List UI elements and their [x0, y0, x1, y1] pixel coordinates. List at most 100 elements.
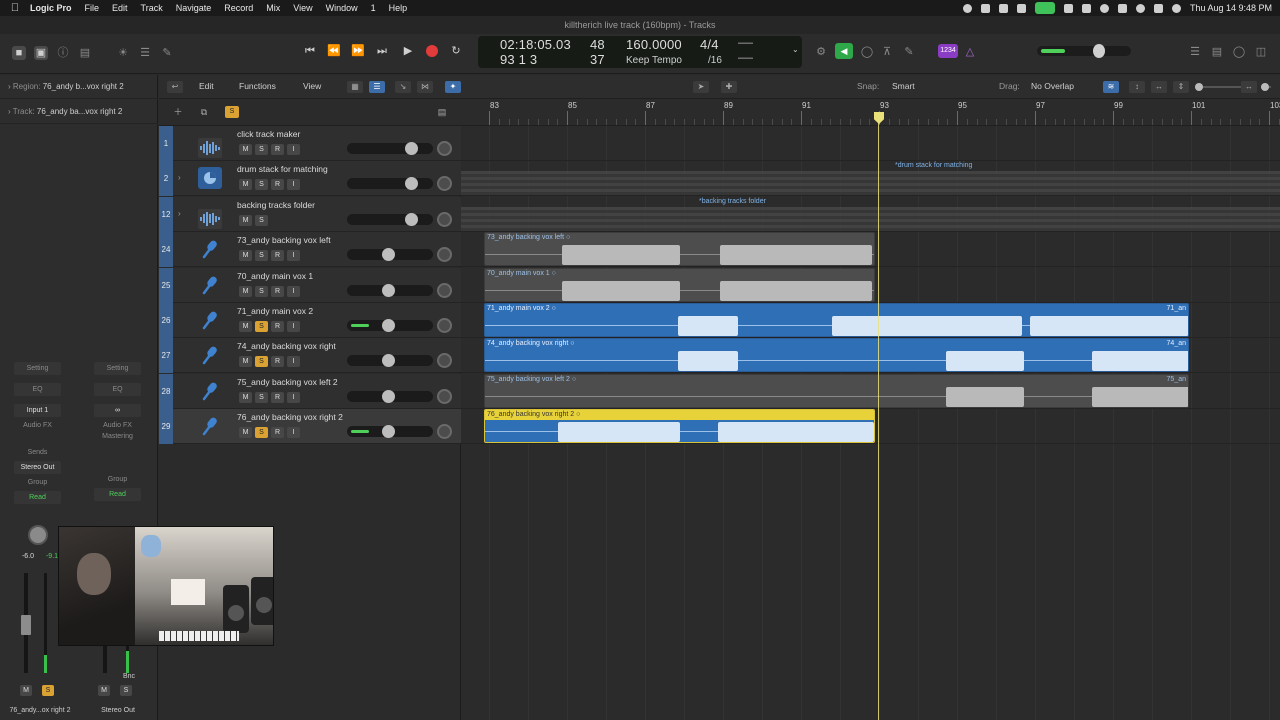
setting-button[interactable]: Setting [14, 362, 61, 375]
vertical-zoom-icon[interactable]: ↕ [1129, 81, 1145, 93]
flex-icon[interactable]: ⋈ [417, 81, 433, 93]
menu-record[interactable]: Record [224, 3, 253, 13]
mute-button[interactable]: M [239, 285, 252, 297]
output-slot[interactable]: Stereo Out [14, 461, 61, 474]
record-enable-button[interactable]: R [271, 179, 284, 191]
input-monitor-button[interactable]: I [287, 391, 300, 403]
track-volume-slider[interactable] [347, 212, 433, 226]
track-pan-knob[interactable] [437, 247, 452, 263]
input-monitor-button[interactable]: I [287, 144, 300, 155]
input-monitor-button[interactable]: I [287, 427, 300, 439]
track-name[interactable]: 74_andy backing vox right [237, 341, 336, 351]
volume-knob[interactable] [382, 389, 395, 403]
record-enable-button[interactable]: R [271, 250, 284, 262]
track-pan-knob[interactable] [437, 211, 452, 227]
solo-button[interactable]: S [120, 685, 132, 696]
notepad-icon[interactable]: ▤ [1210, 45, 1224, 59]
count-in-icon[interactable]: ◯ [860, 45, 874, 59]
control-center-icon[interactable] [1153, 3, 1163, 13]
pointer-tool-icon[interactable]: ➤ [693, 81, 709, 93]
record-enable-button[interactable]: R [271, 285, 284, 297]
drag-value[interactable]: No Overlap [1031, 81, 1074, 91]
volume-knob[interactable] [405, 142, 418, 155]
track-name[interactable]: 76_andy backing vox right 2 [237, 412, 343, 422]
arrange-area[interactable]: *drum stack for matching *backing tracks … [461, 126, 1280, 720]
lcd-chevron-down-icon[interactable]: ⌄ [792, 45, 799, 54]
menu-1[interactable]: 1 [371, 3, 376, 13]
track-volume-slider[interactable] [347, 177, 433, 191]
volume-knob[interactable] [382, 248, 395, 262]
track-lane[interactable] [461, 126, 1280, 161]
track-name[interactable]: 71_andy main vox 2 [237, 306, 313, 316]
mute-button[interactable]: M [20, 685, 32, 696]
mute-button[interactable]: M [239, 144, 252, 155]
status-icon[interactable] [962, 3, 972, 13]
audio-region[interactable]: 75_andy backing vox left 2 ○ 75_an [484, 373, 1189, 408]
track-pan-knob[interactable] [437, 176, 452, 192]
automation-mode[interactable]: Read [14, 491, 61, 504]
volume-icon[interactable] [1081, 3, 1091, 13]
mute-button[interactable]: M [239, 321, 252, 332]
track-pan-knob[interactable] [437, 424, 452, 440]
input-monitor-button[interactable]: I [287, 285, 300, 297]
cycle-icon[interactable]: ↻ [448, 44, 464, 58]
volume-knob[interactable] [405, 177, 418, 191]
track-pan-knob[interactable] [437, 282, 452, 298]
menu-file[interactable]: File [85, 3, 100, 13]
volume-knob[interactable] [382, 425, 395, 439]
master-volume-slider[interactable] [1037, 44, 1131, 58]
notes-icon[interactable] [980, 3, 990, 13]
folder-disclosure-icon[interactable]: › [178, 209, 181, 218]
library-icon[interactable]: ■ [12, 46, 26, 60]
track-name[interactable]: 70_andy main vox 1 [237, 271, 313, 281]
plugin-badge-button[interactable]: 1234 [938, 44, 958, 58]
grid-view-icon[interactable]: ▦ [347, 81, 363, 93]
back-arrow-icon[interactable]: ↩ [167, 81, 183, 93]
input-monitor-button[interactable]: I [287, 250, 300, 262]
track-volume-slider[interactable] [347, 389, 433, 403]
audio-region[interactable]: 73_andy backing vox left ○ [484, 232, 875, 267]
edit-menu[interactable]: Edit [199, 81, 214, 91]
volume-knob[interactable] [382, 354, 395, 368]
track-header[interactable]: 2 › drum stack for matching M S R I [159, 161, 461, 197]
audio-fx-slot[interactable]: Audio FX [14, 419, 61, 432]
audio-region[interactable]: 71_andy main vox 2 ○ 71_an [484, 303, 1189, 337]
solo-button[interactable]: S [255, 144, 268, 155]
mute-button[interactable]: M [239, 250, 252, 262]
plus-tool-icon[interactable]: ✚ [721, 81, 737, 93]
audio-region[interactable]: 76_andy backing vox right 2 ○ [484, 409, 875, 444]
mute-button[interactable]: M [239, 391, 252, 403]
track-name[interactable]: click track maker [237, 129, 300, 139]
menu-window[interactable]: Window [326, 3, 358, 13]
bounce-button[interactable]: Bnc [112, 673, 146, 680]
list-icon[interactable]: ☰ [1188, 45, 1202, 59]
functions-menu[interactable]: Functions [239, 81, 276, 91]
track-name[interactable]: 73_andy backing vox left [237, 235, 331, 245]
disclosure-icon[interactable]: › [8, 107, 11, 116]
list-view-icon[interactable]: ☰ [369, 81, 385, 93]
menu-mix[interactable]: Mix [266, 3, 280, 13]
solo-button[interactable]: S [42, 685, 54, 696]
duplicate-track-icon[interactable]: ⧉ [197, 106, 211, 118]
lcd-display[interactable]: 02:18:05.03 93 1 3 48 37 160.0000 Keep T… [478, 36, 802, 68]
play-status-icon[interactable] [1099, 3, 1109, 13]
inspector-region-row[interactable]: › Region: 76_andy b...vox right 2 [0, 75, 158, 99]
input-monitor-button[interactable]: I [287, 321, 300, 332]
group-slot[interactable]: Group [94, 473, 141, 486]
wifi-icon[interactable] [1117, 3, 1127, 13]
solo-button[interactable]: S [255, 391, 268, 403]
editors-icon[interactable]: ✎ [160, 46, 174, 60]
master-volume-knob[interactable] [1093, 44, 1105, 58]
quick-help-icon[interactable]: ⓘ [56, 46, 70, 60]
track-pan-knob[interactable] [437, 388, 452, 404]
global-solo-button[interactable]: S [225, 106, 239, 118]
track-header[interactable]: 24 73_andy backing vox left M S R I [159, 232, 461, 268]
rewind-icon[interactable]: ⏪ [326, 44, 342, 58]
facetime-camera-icon[interactable] [1034, 2, 1055, 14]
toolbar-icon[interactable]: ▤ [78, 46, 92, 60]
track-volume-slider[interactable] [347, 283, 433, 297]
eq-button[interactable]: EQ [14, 383, 61, 396]
smart-controls-icon[interactable]: ☀ [116, 46, 130, 60]
volume-knob[interactable] [405, 212, 418, 226]
bolt-icon[interactable] [1016, 3, 1026, 13]
